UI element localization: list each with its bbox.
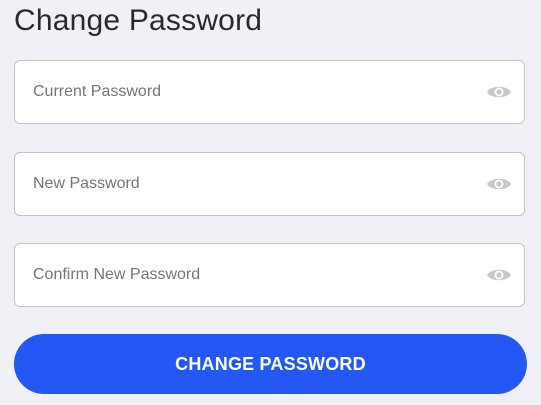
current-password-field[interactable] (14, 60, 525, 124)
change-password-button[interactable]: CHANGE PASSWORD (14, 334, 527, 394)
confirm-password-field[interactable] (14, 243, 525, 307)
current-password-input[interactable] (33, 61, 473, 123)
eye-icon[interactable] (486, 175, 512, 193)
new-password-input[interactable] (33, 153, 473, 215)
new-password-field[interactable] (14, 152, 525, 216)
confirm-password-input[interactable] (33, 244, 473, 306)
page-title: Change Password (14, 4, 263, 37)
eye-icon[interactable] (486, 266, 512, 284)
eye-icon[interactable] (486, 83, 512, 101)
